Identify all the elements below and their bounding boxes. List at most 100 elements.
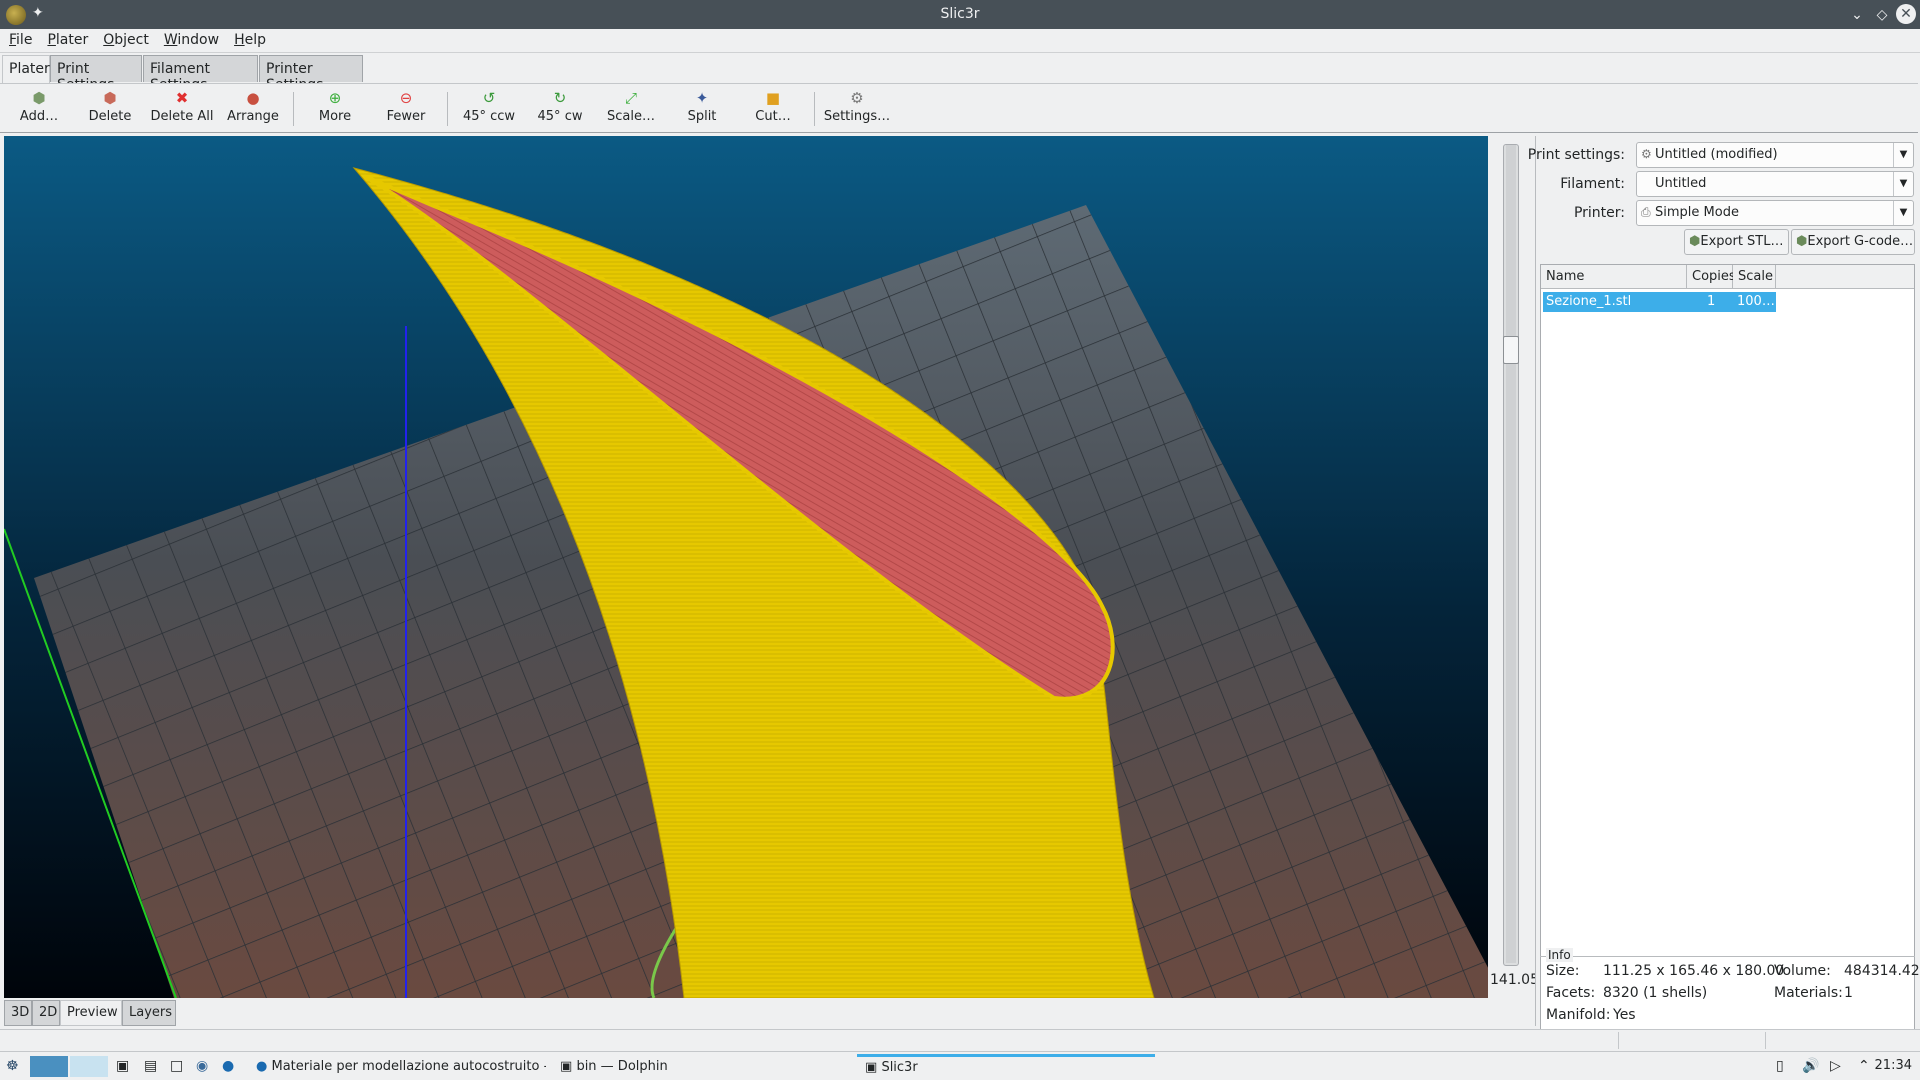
media-player-icon[interactable]: ▷ — [1830, 1058, 1841, 1074]
object-name: Sezione_1.stl — [1546, 294, 1632, 309]
maximize-icon[interactable]: ◇ — [1871, 4, 1893, 26]
delete-object-icon: ⬢ — [103, 89, 117, 107]
filament-select[interactable]: Untitled ▼ — [1636, 171, 1914, 197]
virtual-desktop-2[interactable] — [70, 1056, 108, 1077]
virtual-desktop-1[interactable] — [30, 1056, 68, 1077]
add-object-icon: ⬢ — [32, 89, 46, 107]
delete-all-button[interactable]: ✖ Delete All — [146, 88, 218, 132]
minus-icon: ⊖ — [399, 89, 413, 107]
gear-icon: ⚙ — [850, 89, 864, 107]
layer-slider-handle[interactable] — [1503, 336, 1519, 364]
toolbar-separator — [814, 92, 815, 126]
clipboard-icon[interactable]: ▯ — [1776, 1058, 1784, 1074]
delete-all-icon: ✖ — [175, 89, 189, 107]
facets-label: Facets: — [1546, 985, 1596, 1001]
split-button[interactable]: ✦ Split — [667, 88, 737, 132]
chevron-down-icon: ▼ — [1893, 172, 1913, 196]
rotate-cw-button[interactable]: ↻ 45° cw — [525, 88, 595, 132]
tab-3d[interactable]: 3D — [4, 1000, 32, 1026]
tab-printer-settings[interactable]: Printer Settings — [259, 55, 363, 93]
browser-icon[interactable]: ◉ — [196, 1058, 208, 1074]
task-dolphin[interactable]: ▣ bin — Dolphin — [552, 1054, 850, 1079]
tab-print-settings[interactable]: Print Settings — [50, 55, 142, 93]
settings-button[interactable]: ⚙ Settings… — [821, 88, 893, 132]
size-value: 111.25 x 165.46 x 180.00 — [1603, 963, 1785, 979]
object-copies: 1 — [1707, 294, 1716, 309]
clock[interactable]: 21:34 — [1875, 1058, 1912, 1073]
chevron-up-icon[interactable]: ⌃ — [1858, 1058, 1870, 1074]
task-slic3r[interactable]: ▣ Slic3r — [857, 1054, 1155, 1079]
file-manager-icon[interactable]: □ — [170, 1058, 183, 1074]
minimize-icon[interactable]: ⌄ — [1846, 4, 1868, 26]
application-launcher-icon[interactable]: ☸ — [6, 1058, 19, 1074]
menu-plater[interactable]: Plater — [38, 29, 94, 48]
window-titlebar: ✦ Slic3r ⌄ ◇ ✕ — [0, 0, 1920, 29]
3d-preview-viewport[interactable] — [4, 136, 1488, 998]
export-gcode-button[interactable]: ⬢Export G-code… — [1791, 229, 1915, 255]
tab-layers[interactable]: Layers — [122, 1000, 176, 1026]
arrange-button[interactable]: ● Arrange — [218, 88, 288, 132]
table-row[interactable]: Sezione_1.stl 1 100… — [1543, 292, 1776, 312]
taskbar: ☸ ▣ ▤ □ ◉ ● ● Materiale per modellazione… — [0, 1051, 1920, 1080]
delete-button[interactable]: ⬢ Delete — [75, 88, 145, 132]
tab-filament-settings[interactable]: Filament Settings — [143, 55, 258, 93]
task-browser[interactable]: ● Materiale per modellazione autocostrui… — [248, 1054, 546, 1079]
chevron-down-icon: ▼ — [1893, 143, 1913, 167]
plater-toolbar: ⬢ Add… ⬢ Delete ✖ Delete All ● Arrange ⊕ More… — [0, 83, 1918, 133]
printer-select[interactable]: ⎙ Simple Mode ▼ — [1636, 200, 1914, 226]
rotate-ccw-button[interactable]: ↺ 45° ccw — [454, 88, 524, 132]
menu-help[interactable]: Help — [225, 29, 272, 48]
printer-icon: ⎙ — [1641, 205, 1651, 219]
image-viewer-icon[interactable]: ▣ — [116, 1058, 129, 1074]
preview-canvas — [4, 136, 1488, 998]
browser-icon: ● — [256, 1059, 268, 1074]
scale-icon: ⤢ — [624, 89, 637, 107]
layer-height-slider[interactable] — [1503, 144, 1519, 966]
terminal-icon[interactable]: ▤ — [144, 1058, 157, 1074]
more-button[interactable]: ⊕ More — [300, 88, 370, 132]
column-header-copies[interactable]: Copies — [1687, 265, 1736, 289]
toolbar-separator — [293, 92, 294, 126]
close-icon[interactable]: ✕ — [1896, 4, 1916, 24]
add-button[interactable]: ⬢ Add… — [4, 88, 74, 132]
scale-button[interactable]: ⤢ Scale… — [596, 88, 666, 132]
volume-value: 484314.42 — [1844, 963, 1920, 979]
filament-label: Filament: — [1560, 176, 1625, 192]
tab-2d[interactable]: 2D — [32, 1000, 60, 1026]
tab-preview[interactable]: Preview — [60, 1000, 122, 1026]
print-settings-select[interactable]: ⚙ Untitled (modified) ▼ — [1636, 142, 1914, 168]
right-panel: Print settings: ⚙ Untitled (modified) ▼ Fi… — [1528, 136, 1920, 1080]
printer-label: Printer: — [1573, 205, 1625, 221]
layer-height-value: 141.05 — [1490, 972, 1539, 988]
status-bar — [0, 1029, 1920, 1051]
split-icon: ✦ — [695, 89, 709, 107]
column-header-name[interactable]: Name — [1541, 265, 1687, 289]
info-title: Info — [1546, 948, 1573, 962]
menu-window[interactable]: Window — [155, 29, 225, 48]
tab-plater[interactable]: Plater — [2, 55, 50, 83]
volume-label: Volume: — [1774, 963, 1831, 979]
menu-bar: File Plater Object Window Help — [0, 29, 1920, 53]
materials-label: Materials: — [1774, 985, 1843, 1001]
menu-file[interactable]: File — [0, 29, 38, 48]
export-stl-button[interactable]: ⬢Export STL… — [1684, 229, 1789, 255]
print-settings-label: Print settings: — [1527, 147, 1625, 163]
window-title: Slic3r — [940, 6, 980, 22]
manifold-label: Manifold: — [1546, 1007, 1611, 1023]
manifold-value: Yes — [1613, 1007, 1636, 1023]
materials-value: 1 — [1844, 985, 1853, 1001]
export-icon: ⬢ — [1689, 234, 1701, 249]
printer-row: Printer: ⎙ Simple Mode ▼ — [1536, 200, 1920, 226]
object-scale: 100… — [1737, 294, 1775, 309]
folder-icon: ▣ — [560, 1059, 573, 1074]
fewer-button[interactable]: ⊖ Fewer — [371, 88, 441, 132]
chromium-icon[interactable]: ● — [222, 1058, 234, 1074]
size-label: Size: — [1546, 963, 1580, 979]
menu-object[interactable]: Object — [94, 29, 155, 48]
cut-button[interactable]: ■ Cut… — [738, 88, 808, 132]
print-settings-row: Print settings: ⚙ Untitled (modified) ▼ — [1528, 142, 1920, 168]
volume-icon[interactable]: 🔊 — [1802, 1058, 1819, 1074]
plus-icon: ⊕ — [328, 89, 342, 107]
column-header-scale[interactable]: Scale — [1733, 265, 1776, 289]
slic3r-icon: ▣ — [865, 1060, 878, 1075]
